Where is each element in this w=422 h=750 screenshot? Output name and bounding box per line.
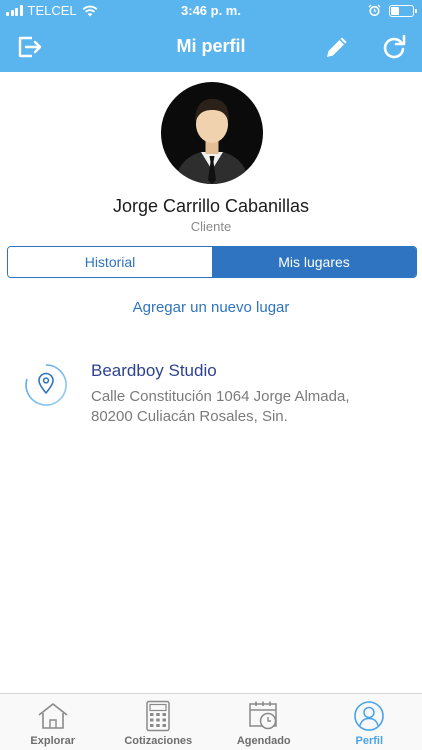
profile-name: Jorge Carrillo Cabanillas (112, 196, 310, 216)
battery-icon (389, 4, 417, 17)
businessman-avatar-icon (175, 98, 249, 184)
header: TELCEL 3:46 p. m. Mi perfil (0, 0, 422, 72)
location-pin-icon (25, 364, 67, 406)
status-bar: TELCEL 3:46 p. m. (0, 0, 422, 22)
tab-perfil[interactable]: Perfil (317, 694, 422, 750)
tab-label: Cotizaciones (124, 735, 193, 747)
tab-explorar[interactable]: Explorar (0, 694, 106, 750)
status-time: 3:46 p. m. (181, 3, 241, 18)
nav-bar: Mi perfil (0, 22, 422, 72)
profile-role: Cliente (190, 219, 232, 234)
place-name: Beardboy Studio (91, 361, 217, 380)
tab-label: Agendado (236, 735, 291, 747)
edit-button[interactable] (322, 32, 352, 62)
page-title: Mi perfil (176, 36, 246, 56)
refresh-button[interactable] (379, 32, 409, 62)
tab-bar: Explorar Cotizaciones Agendado Perfil (0, 693, 422, 750)
tab-label: Perfil (355, 735, 383, 747)
calculator-icon (146, 700, 170, 732)
tab-historial[interactable]: Historial (8, 247, 212, 277)
alarm-icon (368, 4, 381, 17)
user-circle-icon (354, 701, 385, 731)
status-right (368, 4, 417, 17)
tab-mis-lugares[interactable]: Mis lugares (212, 247, 416, 277)
tab-label: Explorar (30, 735, 76, 747)
tab-cotizaciones[interactable]: Cotizaciones (106, 694, 212, 750)
avatar[interactable] (161, 82, 263, 184)
add-place-link[interactable]: Agregar un nuevo lugar (0, 299, 422, 316)
list-item[interactable]: Beardboy Studio Calle Constitución 1064 … (0, 352, 422, 432)
calendar-clock-icon (249, 701, 277, 730)
tab-agendado[interactable]: Agendado (211, 694, 317, 750)
pencil-icon (327, 37, 347, 57)
refresh-icon (383, 34, 406, 59)
place-address: Calle Constitución 1064 Jorge Almada, 80… (91, 388, 350, 425)
house-icon (38, 703, 68, 729)
segmented-control: Historial Mis lugares (7, 246, 417, 278)
